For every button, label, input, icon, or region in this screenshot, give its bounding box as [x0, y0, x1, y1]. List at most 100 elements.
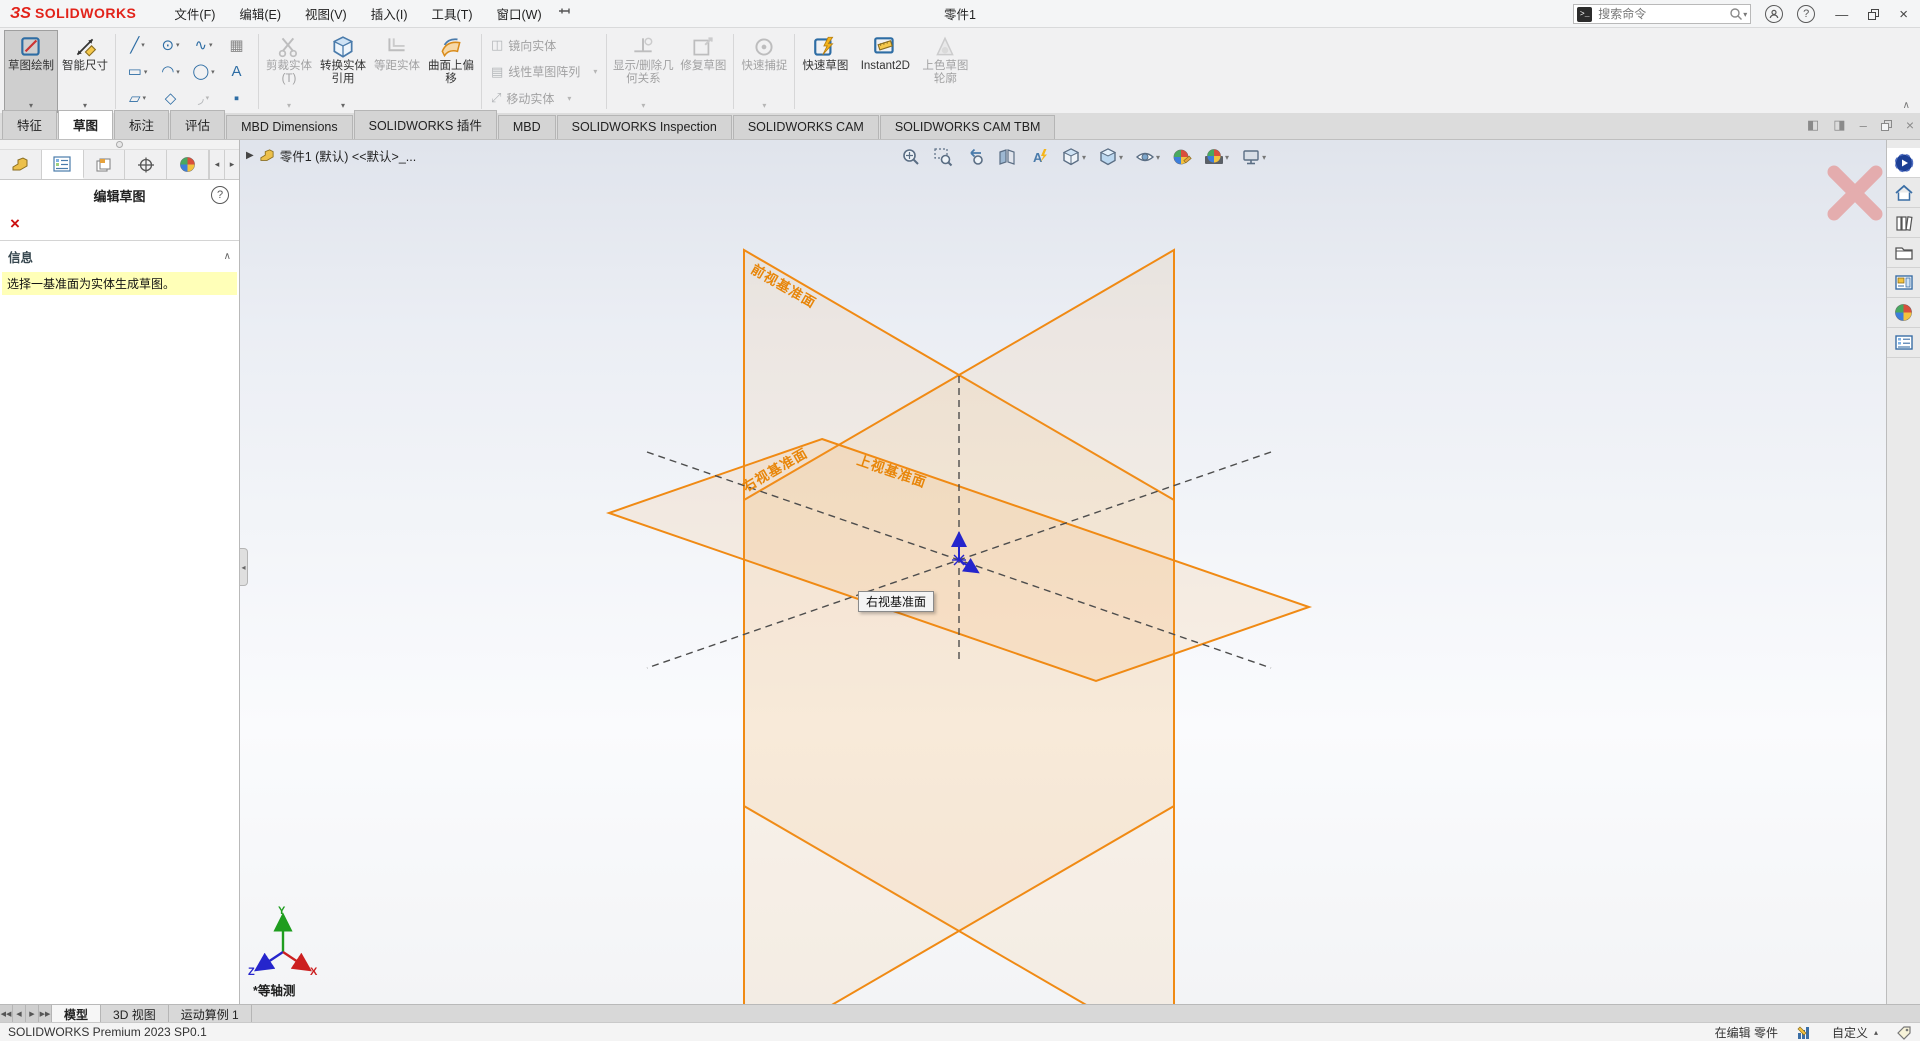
- taskpane-file-explorer-button[interactable]: [1887, 238, 1920, 268]
- sketch-picture-tool[interactable]: ▦: [220, 33, 253, 57]
- tab-configuration-manager[interactable]: [84, 150, 126, 179]
- point-tool[interactable]: ▪: [220, 86, 253, 110]
- fillet-tool[interactable]: ◞▾: [187, 86, 220, 110]
- convert-dropdown-icon[interactable]: ▾: [341, 101, 345, 112]
- display-style-button[interactable]: ▾: [1095, 144, 1126, 170]
- zoom-to-fit-button[interactable]: [898, 144, 924, 170]
- panel-tabs-scroll-left[interactable]: ◂: [209, 150, 224, 179]
- linear-pattern-button[interactable]: ▤ 线性草图阵列 ▾: [487, 61, 601, 83]
- offset-entities-button[interactable]: 等距实体: [370, 30, 424, 113]
- view-settings-button[interactable]: ▾: [1238, 144, 1269, 170]
- hide-show-dropdown-icon[interactable]: ▾: [1156, 153, 1160, 162]
- slot-tool[interactable]: ▱▾: [121, 86, 154, 110]
- tab-property-manager[interactable]: [42, 150, 84, 179]
- menu-view[interactable]: 视图(V): [293, 0, 359, 28]
- quick-snaps-button[interactable]: 快速捕捉 ▾: [737, 30, 791, 113]
- view-orientation-button[interactable]: ▾: [1058, 144, 1089, 170]
- help-icon[interactable]: ?: [1797, 5, 1815, 23]
- panel-tabs-scroll-right[interactable]: ▸: [224, 150, 239, 179]
- tab-display-manager[interactable]: [167, 150, 209, 179]
- viewport-canvas[interactable]: 前视基准面 上视基准面 右视基准面 Y Z X: [240, 140, 1886, 1004]
- mirror-entities-button[interactable]: ◫ 镜向实体: [487, 34, 601, 56]
- text-tool[interactable]: A: [220, 60, 253, 84]
- tab-cam[interactable]: SOLIDWORKS CAM: [733, 115, 879, 139]
- tab-evaluate[interactable]: 评估: [170, 110, 225, 139]
- collapse-ribbon-icon[interactable]: ∧: [1903, 100, 1910, 111]
- rectangle-tool[interactable]: ▭▾: [121, 60, 154, 84]
- surface-offset-button[interactable]: 曲面上偏移: [424, 30, 478, 113]
- pin-menu-icon[interactable]: [558, 4, 572, 23]
- search-input[interactable]: [1596, 6, 1729, 22]
- menu-window[interactable]: 窗口(W): [485, 0, 554, 28]
- tab-model[interactable]: 模型: [52, 1005, 101, 1022]
- smart-dimension-button[interactable]: 智能尺寸 ▾: [58, 30, 112, 113]
- graphics-area[interactable]: 前视基准面 上视基准面 右视基准面 Y Z X ▶: [240, 140, 1886, 1004]
- zoom-to-area-button[interactable]: [930, 144, 956, 170]
- apply-scene-button[interactable]: ▾: [1201, 144, 1232, 170]
- sketch-button[interactable]: 草图绘制 ▾: [4, 30, 58, 113]
- next-tab-button[interactable]: ▶: [26, 1005, 39, 1022]
- panel-help-icon[interactable]: ?: [211, 186, 229, 204]
- arc-tool[interactable]: ◠▾: [154, 60, 187, 84]
- previous-view-button[interactable]: [962, 144, 988, 170]
- menu-edit[interactable]: 编辑(E): [227, 0, 293, 28]
- display-style-dropdown-icon[interactable]: ▾: [1119, 153, 1123, 162]
- circle-tool[interactable]: ⊙▾: [154, 33, 187, 57]
- spline-tool[interactable]: ∿▾: [187, 33, 220, 57]
- trim-dropdown-icon[interactable]: ▾: [287, 101, 291, 112]
- tab-mbd-dimensions[interactable]: MBD Dimensions: [226, 115, 353, 139]
- rapid-sketch-button[interactable]: 快速草图: [798, 30, 852, 113]
- first-tab-button[interactable]: ◀◀: [0, 1005, 13, 1022]
- move-dropdown-icon[interactable]: ▾: [567, 94, 571, 103]
- taskpane-resources-button[interactable]: [1887, 178, 1920, 208]
- ellipse-tool[interactable]: ◯▾: [187, 60, 220, 84]
- convert-entities-button[interactable]: 转换实体引用 ▾: [316, 30, 370, 113]
- section-view-button[interactable]: [994, 144, 1020, 170]
- polygon-tool[interactable]: ◇: [154, 86, 187, 110]
- menu-file[interactable]: 文件(F): [162, 0, 227, 28]
- shaded-contours-button[interactable]: 上色草图轮廓: [918, 30, 972, 113]
- taskpane-appearances-button[interactable]: [1887, 298, 1920, 328]
- tab-cam-tbm[interactable]: SOLIDWORKS CAM TBM: [880, 115, 1056, 139]
- doc-restore-button[interactable]: [1881, 120, 1892, 131]
- line-tool[interactable]: ╱▾: [121, 33, 154, 57]
- dock-pane-right-icon[interactable]: ◨: [1833, 117, 1845, 133]
- close-button[interactable]: ×: [1893, 6, 1914, 23]
- apply-scene-dropdown-icon[interactable]: ▾: [1225, 153, 1229, 162]
- panel-splitter-handle[interactable]: [0, 140, 239, 150]
- taskpane-3dexperience-button[interactable]: [1887, 148, 1920, 178]
- tab-markup[interactable]: 标注: [114, 110, 169, 139]
- repair-sketch-button[interactable]: 修复草图: [676, 30, 730, 113]
- tab-sketch[interactable]: 草图: [58, 110, 113, 139]
- cancel-sketch-button[interactable]: ×: [10, 214, 30, 234]
- dock-pane-left-icon[interactable]: ◧: [1807, 117, 1819, 133]
- search-box[interactable]: >_ ▾: [1573, 4, 1751, 24]
- customize-menu[interactable]: 自定义 ▴: [1832, 1024, 1878, 1041]
- annotation-views-button[interactable]: A: [1026, 144, 1052, 170]
- tab-3d-views[interactable]: 3D 视图: [101, 1005, 169, 1022]
- tab-mbd[interactable]: MBD: [498, 115, 556, 139]
- doc-close-button[interactable]: ×: [1906, 117, 1914, 133]
- confirmation-corner-cancel-icon[interactable]: [1834, 172, 1876, 214]
- search-dropdown-icon[interactable]: ▾: [1743, 10, 1747, 19]
- minimize-button[interactable]: —: [1829, 7, 1854, 22]
- collapse-section-icon[interactable]: ∧: [224, 251, 231, 262]
- display-delete-relations-button[interactable]: 显示/删除几何关系 ▾: [610, 30, 676, 113]
- tab-inspection[interactable]: SOLIDWORKS Inspection: [557, 115, 732, 139]
- tab-feature-manager[interactable]: [0, 150, 42, 179]
- view-orientation-dropdown-icon[interactable]: ▾: [1082, 153, 1086, 162]
- feature-tree-flyout[interactable]: ▶ 零件1 (默认) <<默认>_...: [246, 146, 416, 165]
- tab-features[interactable]: 特征: [2, 110, 57, 139]
- relations-dropdown-icon[interactable]: ▾: [641, 101, 645, 112]
- taskpane-design-library-button[interactable]: [1887, 208, 1920, 238]
- tab-dimxpert-manager[interactable]: [125, 150, 167, 179]
- taskpane-custom-properties-button[interactable]: [1887, 328, 1920, 358]
- performance-feedback-icon[interactable]: [1796, 1025, 1814, 1040]
- linear-pattern-dropdown-icon[interactable]: ▾: [593, 67, 597, 76]
- menu-insert[interactable]: 插入(I): [359, 0, 420, 28]
- restore-button[interactable]: [1868, 9, 1879, 20]
- hide-show-items-button[interactable]: ▾: [1132, 144, 1163, 170]
- prev-tab-button[interactable]: ◀: [13, 1005, 26, 1022]
- flyout-expand-icon[interactable]: ▶: [246, 150, 254, 161]
- move-entities-button[interactable]: ⤢ 移动实体 ▾: [487, 87, 601, 109]
